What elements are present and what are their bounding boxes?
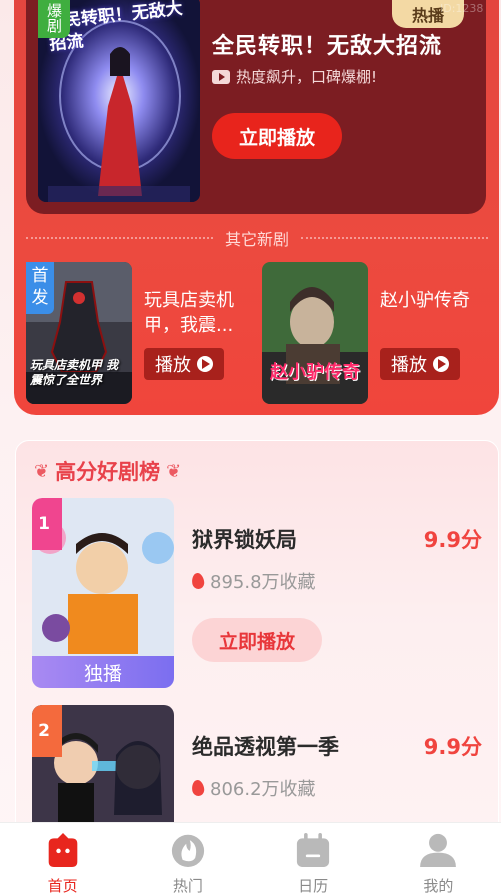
- mini-poster-title: 赵小驴传奇: [270, 362, 360, 383]
- mini-play-button[interactable]: 播放: [380, 348, 460, 380]
- watermark: ID:1238: [440, 2, 484, 15]
- ranking-header: ❦ 高分好剧榜 ❦: [34, 456, 181, 486]
- rank-score: 9.9分: [423, 528, 482, 552]
- ranking-title: 高分好剧榜: [55, 460, 161, 484]
- nav-calendar[interactable]: 日历: [251, 823, 376, 896]
- other-new-item[interactable]: 赵小驴传奇 赵小驴传奇 播放: [262, 262, 492, 404]
- mini-play-label: 播放: [391, 355, 427, 376]
- favorites-count: 895.8万收藏: [210, 572, 316, 593]
- calendar-icon: [297, 833, 330, 867]
- rank-favorites: 806.2万收藏: [190, 775, 316, 801]
- rank-number: 2: [32, 705, 62, 757]
- divider-line-right: [301, 237, 489, 239]
- other-new-item[interactable]: 玩具店卖机甲 我震惊了全世界 首发 玩具店卖机甲，我震... 播放: [26, 262, 256, 404]
- hero-badge: 爆剧: [38, 0, 70, 38]
- hero-meta: 热度飙升，口碑爆棚!: [212, 66, 377, 87]
- mini-play-button[interactable]: 播放: [144, 348, 224, 380]
- profile-icon: [420, 833, 457, 867]
- flame-icon: [190, 572, 206, 590]
- hero-title[interactable]: 全民转职！无敌大招流: [212, 28, 442, 60]
- rank-title[interactable]: 绝品透视第一季: [192, 731, 339, 761]
- rank-play-button[interactable]: 立即播放: [192, 618, 322, 662]
- divider-line-left: [26, 237, 213, 239]
- rank-favorites: 895.8万收藏: [190, 568, 316, 594]
- nav-hot[interactable]: 热门: [125, 823, 250, 896]
- rank-title[interactable]: 狱界锁妖局: [192, 524, 297, 554]
- nav-label: 日历: [298, 877, 329, 895]
- nav-label: 我的: [423, 877, 454, 895]
- nav-home[interactable]: 首页: [0, 823, 125, 896]
- rank-score: 9.9分: [423, 735, 482, 759]
- video-icon: [212, 69, 230, 84]
- ranking-item[interactable]: 1 独播 狱界锁妖局 9.9分 895.8万收藏 立即播放: [32, 498, 482, 688]
- ranking-item[interactable]: 2 绝品透视第一季 9.9分 806.2万收藏: [32, 705, 482, 822]
- hot-icon: [171, 834, 204, 867]
- laurel-right-icon: ❦: [166, 460, 182, 482]
- mini-play-label: 播放: [155, 355, 191, 376]
- rank-poster[interactable]: 1 独播: [32, 498, 174, 688]
- mini-title[interactable]: 赵小驴传奇: [380, 288, 490, 313]
- flame-icon: [190, 779, 206, 797]
- hero-meta-text: 热度飙升，口碑爆棚!: [236, 68, 378, 86]
- laurel-left-icon: ❦: [34, 460, 50, 482]
- nav-profile[interactable]: 我的: [376, 823, 501, 896]
- home-icon: [48, 833, 77, 867]
- exclusive-tag: 独播: [32, 656, 174, 688]
- rank-poster[interactable]: 2: [32, 705, 174, 822]
- hero-play-button[interactable]: 立即播放: [212, 113, 342, 159]
- favorites-count: 806.2万收藏: [210, 779, 316, 800]
- play-icon: [433, 356, 449, 372]
- bottom-nav: 首页 热门 日历 我的: [0, 822, 501, 896]
- other-new-divider: 其它新剧: [26, 228, 489, 249]
- mini-poster[interactable]: 赵小驴传奇: [262, 262, 368, 404]
- other-new-label: 其它新剧: [225, 230, 290, 249]
- rank-number: 1: [32, 498, 62, 550]
- mini-title[interactable]: 玩具店卖机甲，我震...: [144, 288, 254, 338]
- nav-label: 热门: [172, 877, 203, 895]
- mini-badge: 首发: [26, 262, 54, 314]
- mini-poster-title: 玩具店卖机甲 我震惊了全世界: [30, 358, 119, 387]
- play-icon: [197, 356, 213, 372]
- nav-label: 首页: [47, 877, 78, 895]
